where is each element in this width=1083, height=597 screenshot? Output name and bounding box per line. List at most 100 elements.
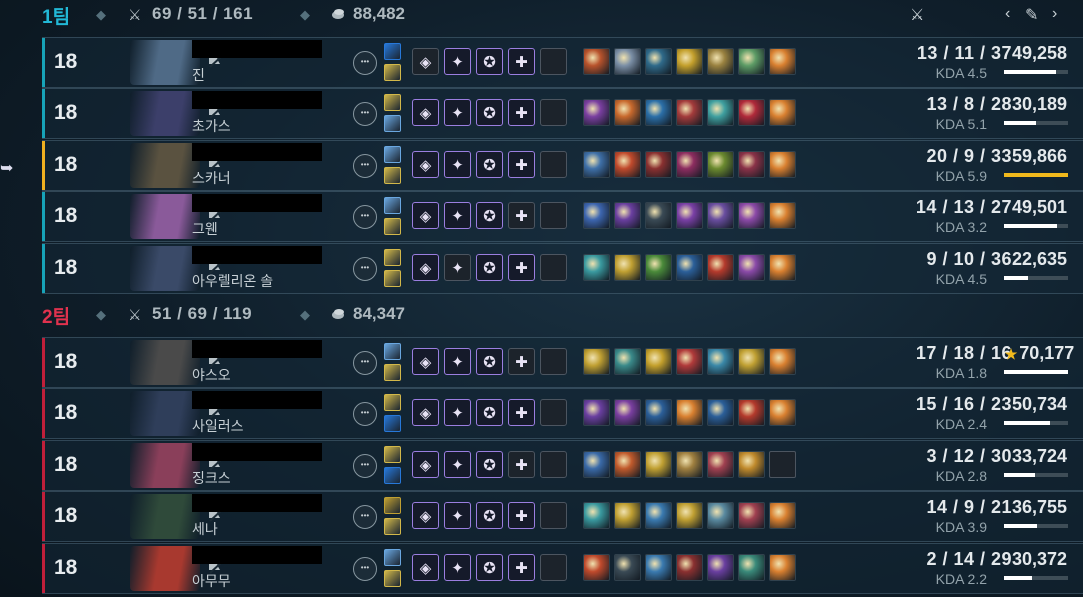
- champion-level: 18: [54, 401, 78, 425]
- more-options-icon[interactable]: •••: [353, 205, 377, 230]
- rune-icon: ◈: [412, 253, 439, 281]
- player-row[interactable]: 18 스카너 ••• ◈ ✦ ✪ ✚ 20 / 9 / 33 KDA 5.9 59,866: [42, 139, 1083, 191]
- item-icon: [645, 253, 672, 281]
- separator-dot: ◆: [300, 307, 310, 322]
- item-icon: [645, 348, 672, 375]
- more-options-icon[interactable]: •••: [353, 351, 377, 375]
- champion-name: 그웬: [192, 221, 218, 238]
- summoner-spell-icon: [384, 548, 401, 566]
- summoner-spell-icon: [384, 43, 401, 60]
- player-row[interactable]: 18 아무무 ••• ◈ ✦ ✪ ✚ 2 / 14 / 29 KDA 2.2 30,372: [42, 542, 1083, 594]
- rune-icon: ✚: [508, 99, 535, 127]
- summoner-spell-icon: [384, 569, 401, 587]
- summoner-spell-icon: [384, 248, 401, 266]
- chevron-right-icon[interactable]: ›: [1052, 5, 1057, 23]
- team-gold: 84,347: [353, 304, 405, 323]
- more-options-icon[interactable]: •••: [353, 453, 377, 478]
- item-icon: [676, 48, 703, 75]
- champion-level: 18: [54, 452, 78, 476]
- player-row[interactable]: 18 징크스 ••• ◈ ✦ ✪ ✚ 3 / 12 / 30 KDA 2.8 33,724: [42, 439, 1083, 491]
- item-icon: [769, 348, 796, 375]
- champion-level: 18: [54, 101, 78, 125]
- summoner-spell-icon: [384, 497, 401, 515]
- tools-icon[interactable]: ✎: [1025, 5, 1038, 25]
- summoner-spell-icon: [384, 94, 401, 112]
- champion-face: [130, 142, 200, 188]
- player-row[interactable]: 18 그웬 ••• ◈ ✦ ✪ ✚ 14 / 13 / 27 KDA 3.2 49,501: [42, 191, 1083, 243]
- player-kda-score: 20 / 9 / 33: [926, 145, 1012, 166]
- player-row[interactable]: 18 진 ••• ◈ ✦ ✪ ✚ 13 / 11 / 37 KDA 4.5 49,258: [42, 37, 1083, 88]
- damage-bar-track: [1004, 121, 1068, 126]
- empty-rune-slot: [540, 450, 567, 478]
- more-options-icon[interactable]: •••: [353, 153, 377, 178]
- rune-icon: ✦: [444, 99, 471, 127]
- champion-name: 세나: [192, 521, 218, 538]
- rune-icon: ✚: [508, 253, 535, 281]
- gold-coins-icon: [330, 7, 346, 21]
- item-icon: [645, 553, 672, 581]
- player-row[interactable]: 18 아우렐리온 솔 ••• ◈ ✦ ✪ ✚ 9 / 10 / 36 KDA 4.5 22,635: [42, 242, 1083, 294]
- redacted-summoner-name: [192, 142, 322, 161]
- item-icon: [707, 502, 734, 530]
- champion-face: [130, 442, 200, 488]
- star-icon: ★: [1004, 346, 1018, 362]
- damage-value: 70,177: [1019, 343, 1075, 363]
- gold-coins-icon: [330, 307, 346, 321]
- item-icon: [769, 99, 796, 127]
- redacted-summoner-name: [192, 194, 322, 213]
- rune-icon: ✚: [508, 399, 535, 427]
- item-icon: [769, 202, 796, 230]
- more-options-icon[interactable]: •••: [353, 402, 377, 427]
- damage-bar-track: [1004, 421, 1068, 426]
- rune-icon: ✦: [444, 399, 471, 427]
- summoner-spell-icon: [384, 415, 401, 433]
- player-row[interactable]: 18 야스오 ••• ◈ ✦ ✪ ✚ 17 / 18 / 16 KDA 1.8 ★ 70,177: [42, 337, 1083, 388]
- team-name: 2팀: [42, 307, 71, 328]
- more-options-icon[interactable]: •••: [353, 505, 377, 530]
- item-icon: [583, 553, 610, 581]
- rune-icon: ✚: [508, 202, 535, 230]
- item-icon: [769, 553, 796, 581]
- item-icon: [738, 48, 765, 75]
- player-row[interactable]: 18 세나 ••• ◈ ✦ ✪ ✚ 14 / 9 / 21 KDA 3.9 36,755: [42, 491, 1083, 543]
- champion-face: [130, 340, 200, 385]
- more-options-icon[interactable]: •••: [353, 102, 377, 127]
- more-options-icon[interactable]: •••: [353, 256, 377, 281]
- more-options-icon[interactable]: •••: [353, 556, 377, 581]
- chevron-left-icon[interactable]: ‹: [1005, 5, 1010, 23]
- item-icon: [738, 399, 765, 427]
- champion-name: 야스오: [192, 367, 231, 383]
- empty-rune-slot: [540, 348, 567, 375]
- team-color-bar: [42, 140, 45, 190]
- side-arrow-icon: ➥: [0, 160, 14, 177]
- separator-dot: ◆: [300, 7, 310, 22]
- summoner-spell-icon: [384, 197, 401, 215]
- item-icon: [707, 150, 734, 178]
- damage-bar-track: [1004, 70, 1068, 74]
- damage-bar-fill: [1004, 421, 1051, 426]
- champion-name: 징크스: [192, 469, 231, 486]
- rune-icon: ✦: [444, 348, 471, 375]
- player-row[interactable]: 18 사일러스 ••• ◈ ✦ ✪ ✚ 15 / 16 / 23 KDA 2.4 50,734: [42, 388, 1083, 440]
- kda-ratio: KDA 2.2: [935, 570, 987, 587]
- damage-value: 30,189: [1011, 94, 1068, 115]
- rune-icon: ◈: [412, 450, 439, 478]
- team-color-bar: [42, 192, 45, 242]
- item-icon: [645, 99, 672, 127]
- champion-level: 18: [54, 50, 78, 73]
- player-kda-score: 13 / 11 / 37: [916, 43, 1012, 63]
- champion-level: 18: [54, 555, 78, 579]
- item-icon: [707, 348, 734, 375]
- damage-value: 59,866: [1011, 145, 1068, 166]
- damage-bar-track: [1004, 370, 1068, 374]
- item-icon: [676, 348, 703, 375]
- redacted-summoner-name: [192, 245, 322, 264]
- player-row[interactable]: 18 초가스 ••• ◈ ✦ ✪ ✚ 13 / 8 / 28 KDA 5.1 30,189: [42, 88, 1083, 140]
- item-icon: [614, 502, 641, 530]
- more-options-icon[interactable]: •••: [353, 51, 377, 75]
- rune-icon: ◈: [412, 99, 439, 127]
- team-color-bar: [42, 389, 45, 439]
- damage-bar-fill: [1004, 121, 1036, 126]
- rune-icon: ◈: [412, 399, 439, 427]
- player-kda-score: 9 / 10 / 36: [926, 248, 1012, 269]
